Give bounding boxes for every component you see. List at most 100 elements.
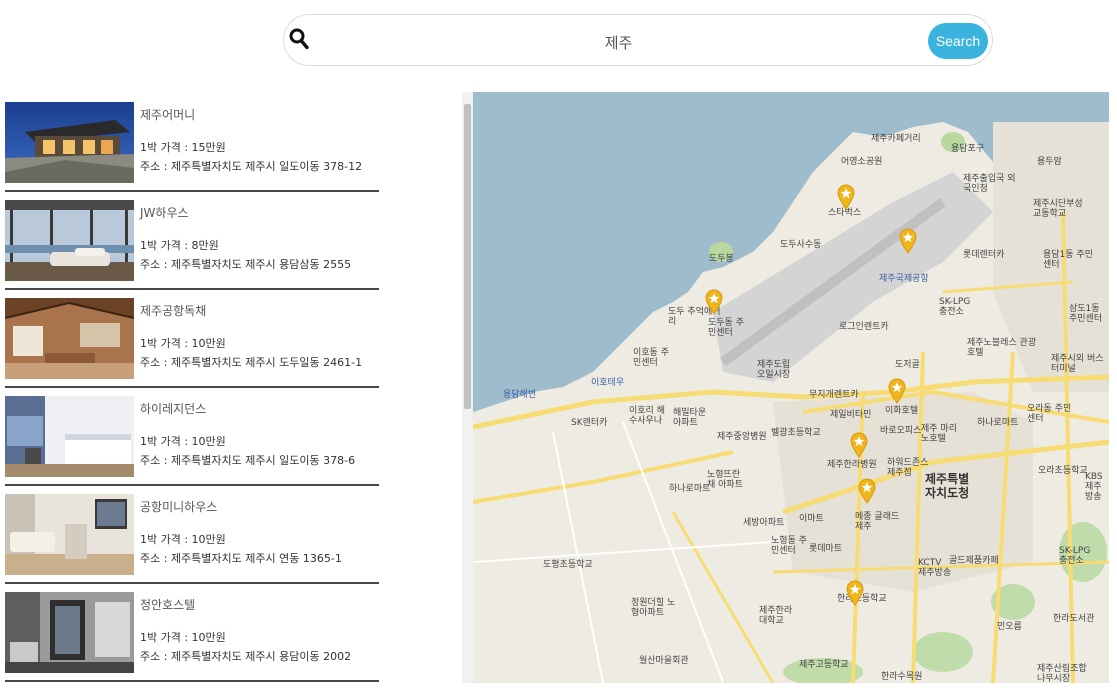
map[interactable]: 제주카페거리 용담포구 어영소공원 용두암 스타벅스 제주출입국 외국인청 제주…: [473, 92, 1109, 683]
map-label: KBS 제주방송: [1085, 472, 1103, 502]
map-label: 한라수목원: [881, 672, 923, 682]
map-label: 롯데렌터카: [963, 250, 1005, 260]
map-label: 정원더힐 노형아파트: [631, 598, 676, 618]
map-label: 골드제품카페: [949, 556, 999, 566]
map-label: 도평초등학교: [543, 560, 593, 570]
map-label: SK렌터카: [571, 418, 608, 428]
map-label: 도두봉: [709, 254, 734, 264]
search-button[interactable]: Search: [928, 23, 988, 59]
accommodation-list: 제주어머니 1박 가격 : 15만원 주소 : 제주특별자치도 제주시 일도이동…: [5, 102, 379, 690]
list-scrollbar[interactable]: [462, 92, 473, 683]
house-photo[interactable]: [5, 592, 134, 673]
map-label: 오라동 주민센터: [1027, 404, 1072, 424]
listing-price: 1박 가격 : 10만원: [140, 337, 226, 350]
map-label: 오라초등학교: [1038, 466, 1088, 476]
map-label: 롯데마트: [809, 544, 843, 554]
map-label: 용담해변: [503, 390, 537, 400]
location-marker-icon[interactable]: [846, 580, 864, 606]
location-marker-icon[interactable]: [858, 478, 876, 504]
map-label: 제주산림조합 나무시장: [1037, 664, 1087, 683]
map-label: 제주시외 버스터미널: [1051, 354, 1104, 374]
map-label: 제주시단부성 교동학교: [1033, 199, 1083, 219]
map-label: 제주고등학교: [799, 660, 849, 670]
map-label: 이호테우: [591, 378, 625, 388]
listing-price: 1박 가격 : 10만원: [140, 533, 226, 546]
map-label: 어영소공원: [841, 157, 883, 167]
map-label: 제주한라병원: [827, 460, 877, 470]
map-label: 이마트: [799, 514, 824, 524]
house-photo[interactable]: [5, 396, 134, 477]
listing-name[interactable]: JW하우스: [140, 204, 189, 221]
map-label: 무지개렌트카: [809, 390, 859, 400]
list-item[interactable]: 제주공항독채 1박 가격 : 10만원 주소 : 제주특별자치도 제주시 도두일…: [5, 298, 379, 388]
listing-price: 1박 가격 : 10만원: [140, 631, 226, 644]
map-label: 메종 글래드제주: [855, 512, 900, 532]
road: [552, 431, 604, 683]
list-item[interactable]: 정안호스텔 1박 가격 : 10만원 주소 : 제주특별자치도 제주시 용담이동…: [5, 592, 379, 682]
listing-price: 1박 가격 : 10만원: [140, 435, 226, 448]
list-item[interactable]: JW하우스 1박 가격 : 8만원 주소 : 제주특별자치도 제주시 용담삼동 …: [5, 200, 379, 290]
map-label: 노형동 주민센터: [771, 536, 807, 556]
map-label: 제주특별 자치도청: [925, 472, 970, 500]
map-label: 제주국제공항: [879, 274, 929, 284]
listing-address: 주소 : 제주특별자치도 제주시 연동 1365-1: [140, 552, 342, 565]
location-marker-icon[interactable]: [888, 378, 906, 404]
listing-address: 주소 : 제주특별자치도 제주시 용담삼동 2555: [140, 258, 352, 271]
map-label: 제주노블레스 관광호텔: [967, 338, 1037, 358]
map-label: SK-LPG 충전소: [1059, 546, 1091, 566]
house-photo[interactable]: [5, 102, 134, 183]
map-label: 이호리 해수사우나: [629, 406, 665, 426]
listing-address: 주소 : 제주특별자치도 제주시 일도이동 378-6: [140, 454, 356, 467]
house-photo[interactable]: [5, 200, 134, 281]
search-bar: Search: [283, 14, 993, 66]
listing-name[interactable]: 공항미니하우스: [140, 498, 217, 515]
park-area: [913, 632, 973, 672]
map-label: 제주카페거리: [871, 134, 921, 144]
listing-address: 주소 : 제주특별자치도 제주시 일도이동 378-12: [140, 160, 363, 173]
map-label: 벨광초등학교: [771, 428, 821, 438]
list-item[interactable]: 공항미니하우스 1박 가격 : 10만원 주소 : 제주특별자치도 제주시 연동…: [5, 494, 379, 584]
scrollbar-thumb[interactable]: [464, 104, 471, 409]
house-photo[interactable]: [5, 298, 134, 379]
search-icon[interactable]: [289, 28, 309, 50]
map-label: 용담포구: [951, 144, 985, 154]
map-label: 제일비타민: [830, 410, 872, 420]
search-input[interactable]: [324, 25, 913, 59]
listing-name[interactable]: 제주어머니: [140, 106, 195, 123]
listing-address: 주소 : 제주특별자치도 제주시 용담이동 2002: [140, 650, 352, 663]
map-label: 세방아파트: [743, 518, 785, 528]
road: [473, 541, 774, 563]
map-label: 이호동 주민센터: [633, 348, 669, 368]
listing-name[interactable]: 제주공항독채: [140, 302, 206, 319]
map-label: 해밀타운 아파트: [673, 408, 707, 428]
map-label: 도두사수동: [780, 240, 822, 250]
map-label: 민오름: [997, 622, 1022, 632]
location-marker-icon[interactable]: [850, 432, 868, 458]
location-marker-icon[interactable]: [705, 289, 723, 315]
map-label: SK-LPG 충전소: [939, 297, 971, 317]
listing-name[interactable]: 정안호스텔: [140, 596, 195, 613]
map-label: 용담1동 주민센터: [1043, 250, 1093, 270]
road: [473, 450, 734, 504]
list-item[interactable]: 제주어머니 1박 가격 : 15만원 주소 : 제주특별자치도 제주시 일도이동…: [5, 102, 379, 192]
map-label: 한라도서관: [1053, 614, 1095, 624]
map-label: 이화호텔: [885, 406, 919, 416]
map-label: KCTV 제주방송: [918, 558, 952, 578]
map-label: 용두암: [1037, 157, 1062, 167]
location-marker-icon[interactable]: [899, 228, 917, 254]
map-label: 제주출입국 외국인청: [963, 174, 1016, 194]
map-label: 하나로마트: [977, 418, 1019, 428]
map-label: 도두동 주민센터: [708, 318, 744, 338]
map-label: 제주도립 오일시장: [757, 360, 791, 380]
list-item[interactable]: 하이레지던스 1박 가격 : 10만원 주소 : 제주특별자치도 제주시 일도이…: [5, 396, 379, 486]
map-label: 노형뜨란채 아파트: [707, 470, 743, 490]
map-label: 하나로마트: [669, 484, 711, 494]
map-label: 제주 마리노호텔: [921, 424, 957, 444]
location-marker-icon[interactable]: [837, 184, 855, 210]
listing-price: 1박 가격 : 8만원: [140, 239, 219, 252]
map-label: 제주중앙병원: [717, 432, 767, 442]
map-label: 도저골: [895, 360, 920, 370]
listing-name[interactable]: 하이레지던스: [140, 400, 206, 417]
house-photo[interactable]: [5, 494, 134, 575]
listing-address: 주소 : 제주특별자치도 제주시 도두일동 2461-1: [140, 356, 363, 369]
